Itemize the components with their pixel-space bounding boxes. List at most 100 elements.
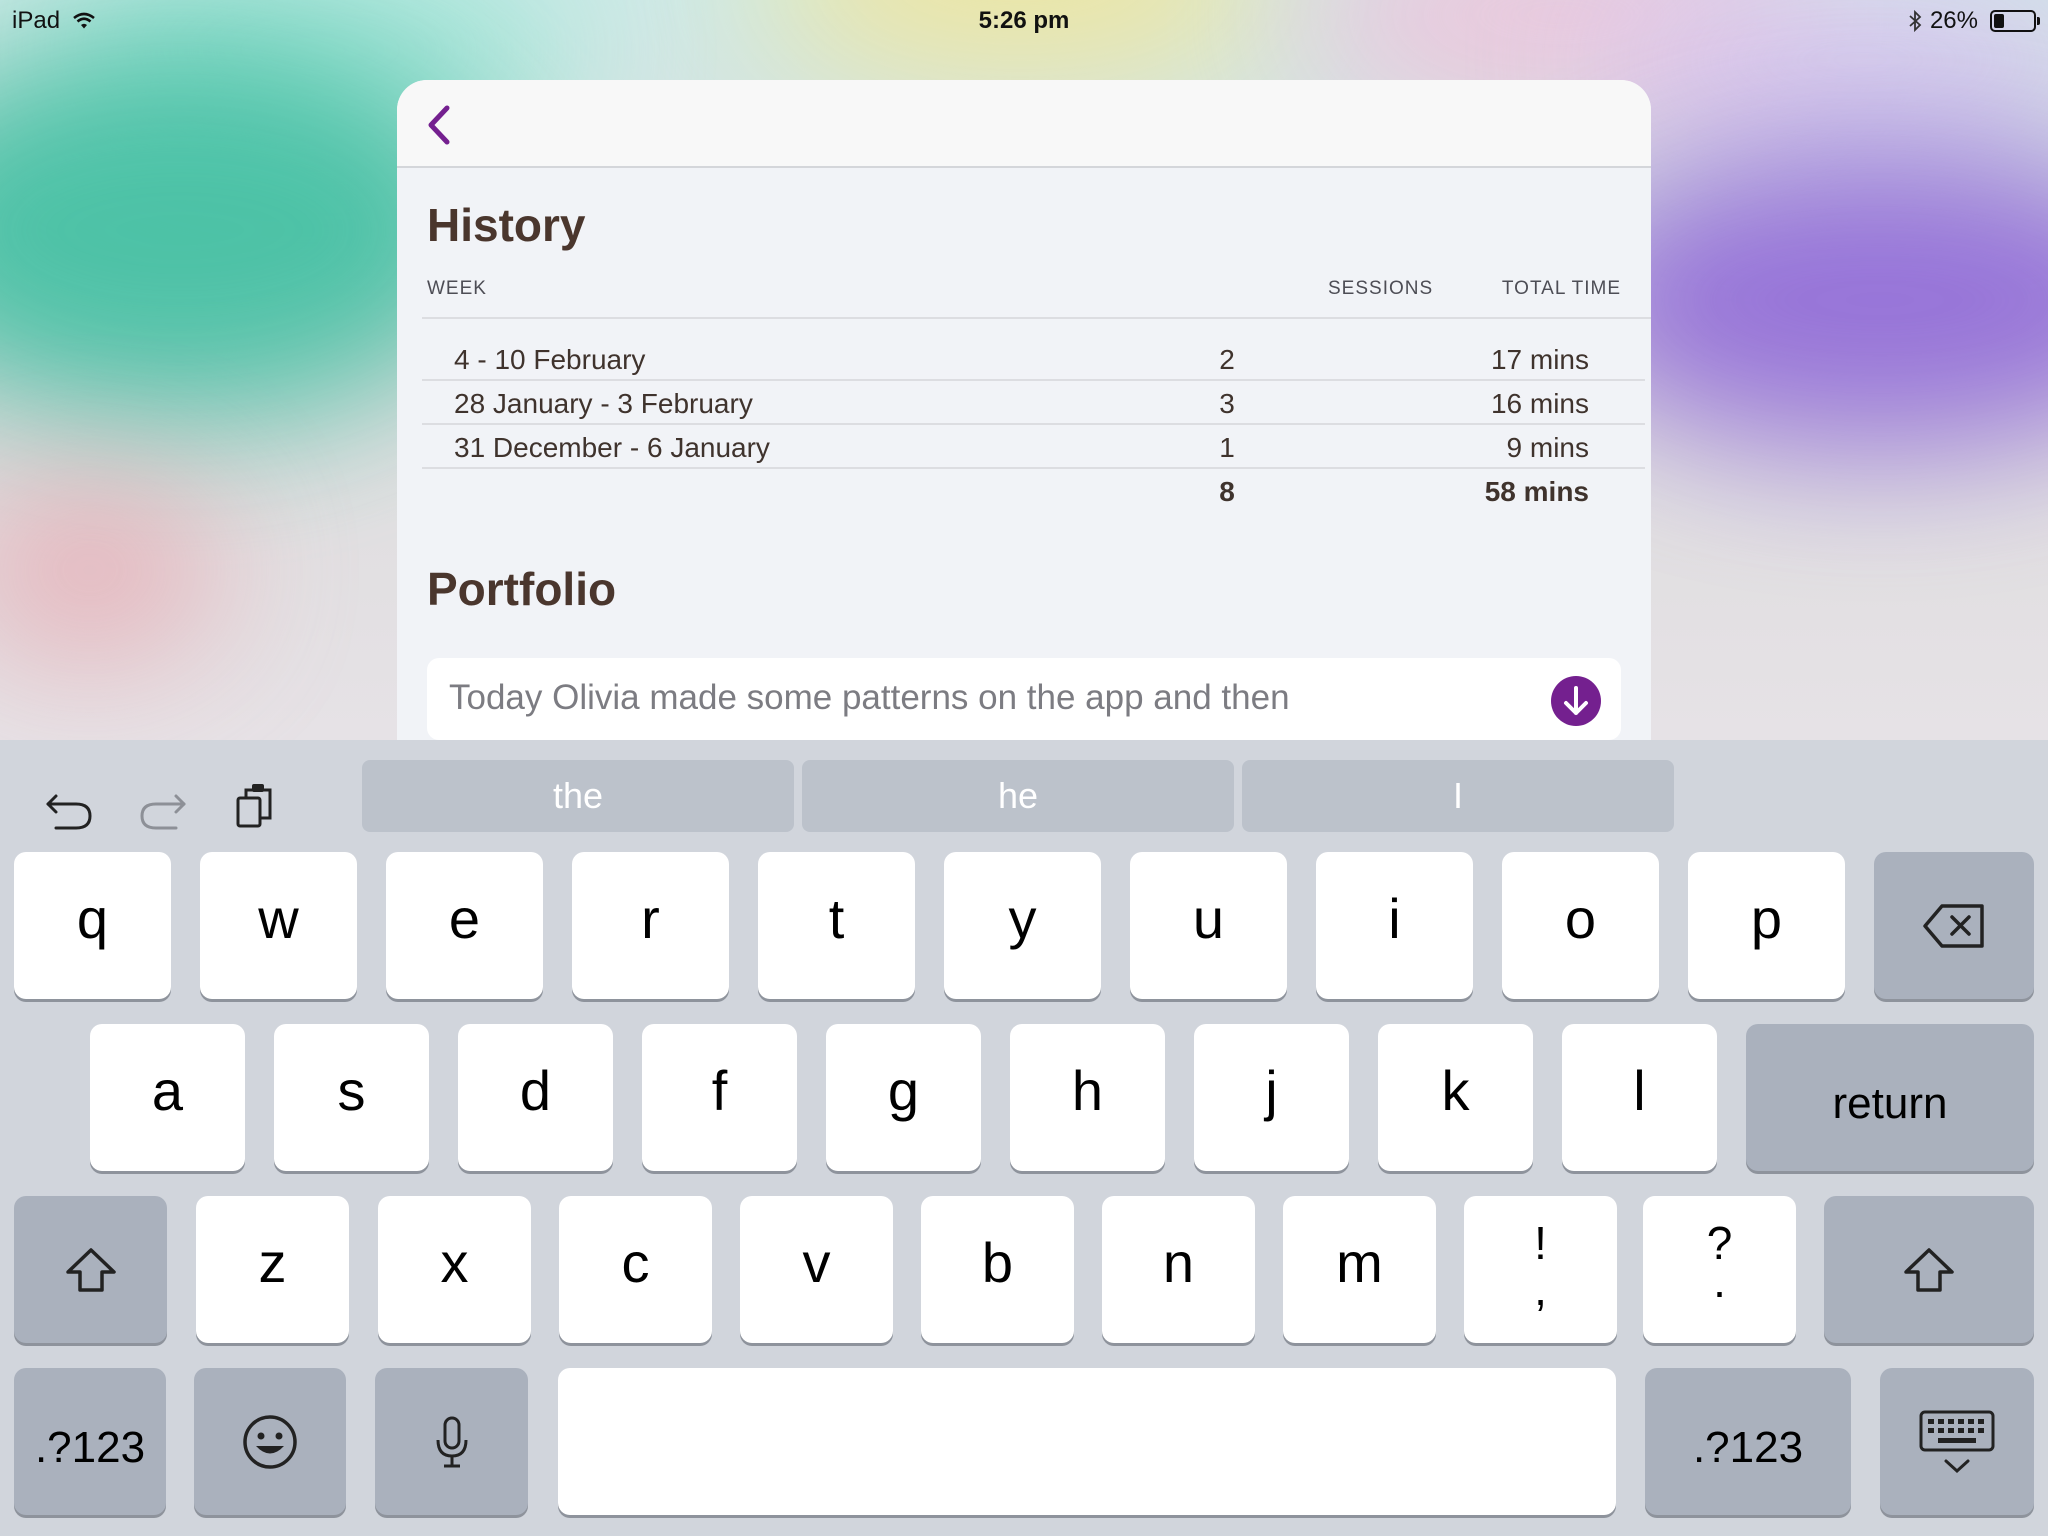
key-m[interactable]: m (1283, 1196, 1436, 1343)
total-time-column-header: TOTAL TIME (1501, 278, 1621, 299)
microphone-icon (436, 1416, 467, 1467)
sessions-cell: 1 (1219, 432, 1235, 463)
return-key[interactable]: return (1746, 1024, 2034, 1171)
key-y[interactable]: y (944, 852, 1101, 999)
back-button[interactable] (419, 100, 463, 150)
undo-button[interactable] (40, 776, 100, 836)
backspace-key[interactable] (1874, 852, 2034, 999)
week-column-header: WEEK (427, 278, 487, 299)
key-label: b (981, 1231, 1014, 1294)
numbers-key-left[interactable]: .?123 (14, 1368, 166, 1515)
shift-key-left[interactable] (14, 1196, 167, 1343)
key-o[interactable]: o (1502, 852, 1659, 999)
key-label: c (621, 1231, 650, 1294)
key-label: k (1441, 1059, 1470, 1122)
key-g[interactable]: g (826, 1024, 981, 1171)
redo-button[interactable] (132, 776, 192, 836)
suggestion-1[interactable]: the (362, 760, 794, 832)
key-d[interactable]: d (458, 1024, 613, 1171)
portfolio-title: Portfolio (427, 563, 617, 615)
key-z[interactable]: z (196, 1196, 349, 1343)
key-a[interactable]: a (90, 1024, 245, 1171)
table-row[interactable]: 4 - 10 February 2 17 mins (422, 337, 1645, 381)
key-label: t (828, 887, 845, 950)
paste-button[interactable] (224, 776, 284, 836)
key-c[interactable]: c (559, 1196, 712, 1343)
space-bar[interactable] (558, 1368, 1616, 1515)
status-bar: iPad 5:26 pm 26% (0, 0, 2048, 40)
battery-percent: 26% (1929, 7, 1978, 34)
key-label-top: ! (1534, 1217, 1547, 1269)
key-r[interactable]: r (572, 852, 729, 999)
key-t[interactable]: t (758, 852, 915, 999)
total-sessions: 8 (1219, 476, 1235, 507)
key-f[interactable]: f (642, 1024, 797, 1171)
key-label: y (1008, 887, 1037, 950)
chevron-left-icon (428, 105, 450, 145)
key-q[interactable]: q (14, 852, 171, 999)
numbers-key-right[interactable]: .?123 (1645, 1368, 1851, 1515)
key-label: a (151, 1059, 184, 1122)
key-question-period[interactable]: ? . (1643, 1196, 1796, 1343)
total-time-cell: 9 mins (1506, 432, 1589, 463)
key-label: return (1832, 1079, 1948, 1128)
key-label: x (440, 1231, 469, 1294)
key-label: e (448, 887, 481, 950)
key-label: z (258, 1231, 287, 1294)
undo-icon (46, 794, 92, 830)
sessions-cell: 2 (1219, 344, 1235, 375)
key-n[interactable]: n (1102, 1196, 1255, 1343)
key-label: m (1336, 1231, 1383, 1294)
week-cell: 28 January - 3 February (454, 388, 753, 419)
navigation-bar (397, 80, 1651, 168)
key-label: v (802, 1231, 831, 1294)
suggestion-3[interactable]: I (1242, 760, 1674, 832)
key-u[interactable]: u (1130, 852, 1287, 999)
key-j[interactable]: j (1194, 1024, 1349, 1171)
key-h[interactable]: h (1010, 1024, 1165, 1171)
key-s[interactable]: s (274, 1024, 429, 1171)
week-cell: 31 December - 6 January (454, 432, 770, 463)
hide-keyboard-key[interactable] (1880, 1368, 2034, 1515)
key-label: s (337, 1059, 366, 1122)
total-time: 58 mins (1484, 476, 1589, 507)
portfolio-text-field[interactable]: Today Olivia made some patterns on the a… (427, 658, 1621, 740)
key-e[interactable]: e (386, 852, 543, 999)
save-note-button[interactable] (1551, 676, 1601, 726)
dictation-key[interactable] (375, 1368, 528, 1515)
key-x[interactable]: x (378, 1196, 531, 1343)
header-divider (422, 317, 1651, 319)
key-v[interactable]: v (740, 1196, 893, 1343)
shift-key-right[interactable] (1824, 1196, 2034, 1343)
status-time: 5:26 pm (978, 7, 1070, 34)
key-b[interactable]: b (921, 1196, 1074, 1343)
key-label: u (1192, 887, 1225, 950)
key-label: r (641, 887, 660, 950)
key-i[interactable]: i (1316, 852, 1473, 999)
table-row[interactable]: 28 January - 3 February 3 16 mins (422, 381, 1645, 425)
key-label: .?123 (34, 1423, 146, 1472)
key-label: i (1388, 887, 1401, 950)
key-label: n (1162, 1231, 1195, 1294)
key-l[interactable]: l (1562, 1024, 1717, 1171)
key-p[interactable]: p (1688, 852, 1845, 999)
key-w[interactable]: w (200, 852, 357, 999)
portfolio-input-value: Today Olivia made some patterns on the a… (449, 678, 1290, 717)
backspace-icon (1923, 903, 1984, 948)
redo-icon (140, 794, 186, 830)
key-exclamation-comma[interactable]: ! , (1464, 1196, 1617, 1343)
key-k[interactable]: k (1378, 1024, 1533, 1171)
week-cell: 4 - 10 February (454, 344, 646, 375)
emoji-key[interactable] (194, 1368, 346, 1515)
key-label: d (519, 1059, 552, 1122)
bluetooth-icon (1909, 9, 1922, 33)
key-label: h (1071, 1059, 1104, 1122)
suggestion-2[interactable]: he (802, 760, 1234, 832)
key-label-bottom: . (1713, 1255, 1726, 1307)
history-title: History (427, 199, 586, 251)
table-row[interactable]: 31 December - 6 January 1 9 mins (422, 425, 1645, 469)
key-label: q (76, 887, 109, 950)
key-label: .?123 (1692, 1423, 1804, 1472)
total-time-cell: 16 mins (1490, 388, 1589, 419)
shift-icon (65, 1247, 116, 1292)
